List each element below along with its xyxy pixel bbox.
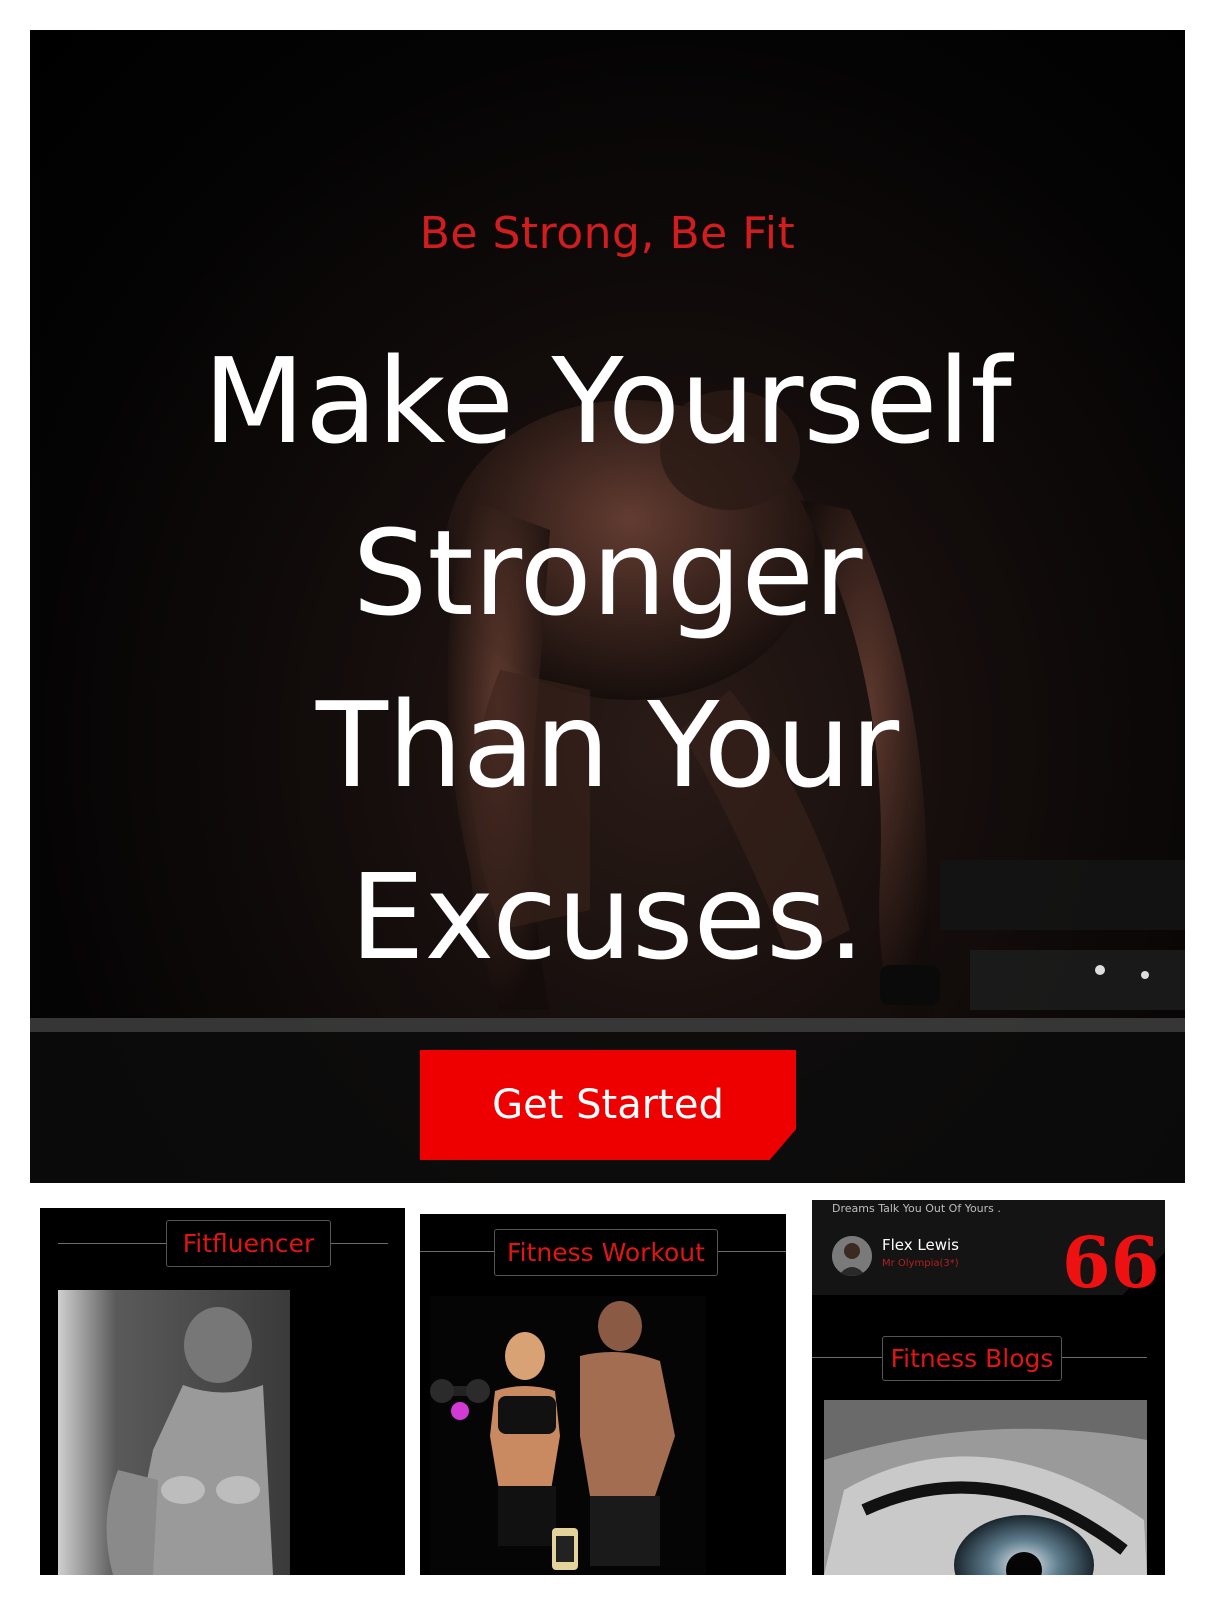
hero-heading: Make Yourself Stronger Than Your Excuses… — [30, 315, 1185, 1003]
fitness-workout-title: Fitness Workout — [494, 1229, 718, 1276]
hero-heading-line: Excuses. — [349, 848, 866, 986]
fitness-workout-card: Fitness Workout — [420, 1214, 786, 1575]
fitness-blogs-title: Fitness Blogs — [882, 1336, 1062, 1381]
get-started-button[interactable]: Get Started — [420, 1050, 796, 1160]
fitfluencer-title: Fitfluencer — [166, 1220, 331, 1267]
fitness-blog-image[interactable] — [824, 1400, 1147, 1575]
hero-heading-line: Stronger — [352, 504, 863, 642]
fitfluencer-card: Fitfluencer — [40, 1208, 405, 1575]
fitness-workout-image[interactable] — [430, 1296, 706, 1575]
quote-text: Dreams Talk You Out Of Yours . — [832, 1202, 1001, 1215]
quote-icon: 66 — [1062, 1221, 1160, 1304]
hero-tagline: Be Strong, Be Fit — [419, 208, 796, 259]
author-name: Flex Lewis — [882, 1236, 959, 1254]
hero-heading-line: Than Your — [315, 676, 900, 814]
hero-section: Be Strong, Be Fit Make Yourself Stronger… — [30, 30, 1185, 1183]
fitfluencer-image[interactable] — [58, 1290, 290, 1575]
avatar — [832, 1236, 872, 1276]
fitness-blog-card: Dreams Talk You Out Of Yours . Flex Lewi… — [812, 1200, 1165, 1575]
hero-heading-line: Make Yourself — [203, 332, 1012, 470]
avatar-image — [832, 1236, 872, 1276]
author-role: Mr Olympia(3*) — [882, 1258, 959, 1269]
